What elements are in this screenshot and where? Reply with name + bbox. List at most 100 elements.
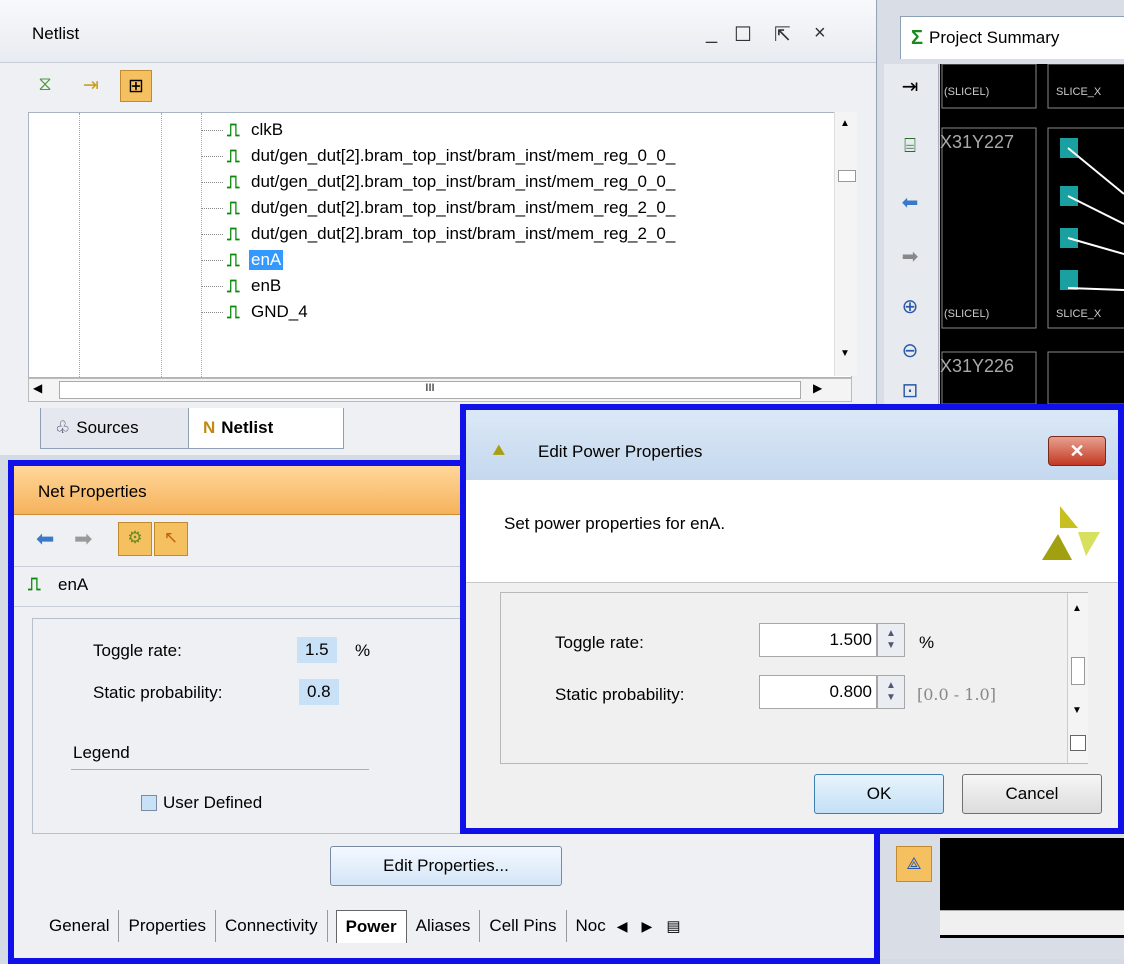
- tree-row[interactable]: ⎍ dut/gen_dut[2].bram_top_inst/bram_inst/…: [201, 143, 677, 169]
- float-button[interactable]: ⇱: [774, 22, 791, 47]
- tab-noc[interactable]: Noc: [567, 910, 615, 942]
- netlist-title: Netlist: [32, 24, 80, 43]
- sigma-icon: Σ: [911, 26, 924, 49]
- tree-vertical-scrollbar[interactable]: ▲ ▼: [834, 112, 857, 376]
- static-probability-input[interactable]: 0.800: [759, 675, 877, 709]
- scroll-thumb[interactable]: [838, 170, 856, 182]
- toggle-rate-spinner[interactable]: ▲ ▼: [877, 623, 905, 657]
- legend-swatch: [141, 795, 157, 811]
- scroll-left-icon[interactable]: ◀: [33, 381, 42, 395]
- tab-connectivity[interactable]: Connectivity: [216, 910, 328, 942]
- dialog-title: Edit Power Properties: [538, 442, 703, 461]
- minimize-button[interactable]: _: [706, 22, 717, 45]
- dialog-properties-area: Toggle rate: 1.500 ▲ ▼ % Static probabili…: [500, 592, 1088, 764]
- legend-label: Legend: [73, 743, 130, 762]
- site-label: (SLICEL): [944, 86, 990, 98]
- static-probability-label: Static probability:: [555, 685, 685, 704]
- net-icon: ⎍: [227, 223, 240, 244]
- tree-row[interactable]: ⎍ GND_4: [201, 299, 310, 325]
- tree-row[interactable]: ⎍ dut/gen_dut[2].bram_top_inst/bram_inst/…: [201, 221, 677, 247]
- maximize-button[interactable]: ☐: [734, 22, 752, 47]
- net-name-row: ⎍ enA: [28, 574, 88, 595]
- tab-aliases[interactable]: Aliases: [407, 910, 481, 942]
- dialog-close-button[interactable]: ✕: [1048, 436, 1106, 466]
- net-icon: ⎍: [227, 301, 240, 322]
- edit-properties-button[interactable]: Edit Properties...: [330, 846, 562, 886]
- tab-scroll-right-icon[interactable]: ▶: [642, 918, 653, 935]
- select-pointer-icon[interactable]: ↖: [154, 522, 188, 556]
- toggle-rate-unit: %: [355, 641, 371, 660]
- scroll-up-icon[interactable]: ▲: [840, 118, 850, 129]
- static-probability-value: 0.8: [299, 679, 339, 705]
- tree-row-selected[interactable]: ⎍ enA: [201, 247, 284, 273]
- netlist-panel: Netlist _ ☐ ⇱ × ⧖ ⇥ ⊞ ⎍ clkB ⎍ dut/gen_dut…: [0, 0, 877, 455]
- tab-sources[interactable]: ♧ Sources: [40, 408, 190, 449]
- collapse-all-icon[interactable]: ⧖: [30, 70, 60, 100]
- app-logo-icon: ⯅: [490, 438, 508, 463]
- device-toolbar: ⇥ ⌸ ⬅ ➡ ⊕ ⊖ ⊡: [884, 64, 939, 404]
- netlist-tree: ⎍ clkB ⎍ dut/gen_dut[2].bram_top_inst/bram…: [28, 112, 852, 378]
- site-label: SLICE_X: [1056, 308, 1102, 320]
- auto-expand-icon[interactable]: ⊞: [120, 70, 152, 102]
- tree-row[interactable]: ⎍ dut/gen_dut[2].bram_top_inst/bram_inst/…: [201, 195, 677, 221]
- site-label: X31Y226: [940, 356, 1015, 376]
- back-arrow-icon[interactable]: ⬅: [36, 526, 54, 552]
- net-icon: ⎍: [227, 197, 240, 218]
- fit-selection-icon[interactable]: ⇥: [892, 70, 928, 102]
- cancel-button[interactable]: Cancel: [962, 774, 1102, 814]
- tab-cell-pins[interactable]: Cell Pins: [480, 910, 567, 942]
- ok-button[interactable]: OK: [814, 774, 944, 814]
- site-label: SLICE_X: [1056, 86, 1102, 98]
- tab-project-summary[interactable]: Σ Project Summary: [900, 16, 1124, 59]
- zoom-out-icon[interactable]: ⊖: [892, 334, 928, 366]
- scroll-thumb[interactable]: [1071, 657, 1085, 685]
- tree-row[interactable]: ⎍ enB: [201, 273, 283, 299]
- forward-arrow-icon[interactable]: ➡: [892, 240, 928, 272]
- dialog-scrollbar[interactable]: ▲ ▼: [1067, 593, 1088, 763]
- scroll-right-icon[interactable]: ▶: [813, 381, 822, 395]
- scroll-thumb[interactable]: III: [59, 381, 801, 399]
- route-icon[interactable]: ⌸: [892, 130, 928, 162]
- device-view-lower[interactable]: [940, 838, 1124, 938]
- tab-list-icon[interactable]: ▤: [666, 917, 680, 935]
- static-probability-spinner[interactable]: ▲ ▼: [877, 675, 905, 709]
- auto-update-icon[interactable]: ⚙: [118, 522, 152, 556]
- forward-arrow-icon[interactable]: ➡: [74, 526, 92, 552]
- tree-horizontal-scrollbar[interactable]: ◀ III ▶: [28, 378, 852, 402]
- edit-power-properties-dialog: ⯅ Edit Power Properties ✕ Set power prop…: [460, 404, 1124, 834]
- dialog-header: Set power properties for enA.: [466, 480, 1118, 583]
- dialog-description: Set power properties for enA.: [504, 514, 726, 533]
- tab-power[interactable]: Power: [335, 909, 407, 943]
- device-horizontal-scrollbar[interactable]: [940, 910, 1124, 935]
- net-icon: ⎍: [227, 145, 240, 166]
- device-tool-icon[interactable]: ⟁: [896, 846, 932, 882]
- site-label: (SLICEL): [944, 308, 990, 320]
- close-button[interactable]: ×: [814, 22, 826, 45]
- toggle-rate-input[interactable]: 1.500: [759, 623, 877, 657]
- tree-row[interactable]: ⎍ clkB: [201, 117, 285, 143]
- net-properties-title: Net Properties: [38, 482, 147, 501]
- sources-icon: ♧: [55, 418, 71, 437]
- back-arrow-icon[interactable]: ⬅: [892, 186, 928, 218]
- tab-netlist[interactable]: N Netlist: [188, 408, 344, 449]
- net-icon: ⎍: [28, 574, 41, 594]
- tab-scroll-left-icon[interactable]: ◀: [617, 918, 628, 935]
- tree-row[interactable]: ⎍ dut/gen_dut[2].bram_top_inst/bram_inst/…: [201, 169, 677, 195]
- zoom-in-icon[interactable]: ⊕: [892, 290, 928, 322]
- toggle-rate-value: 1.5: [297, 637, 337, 663]
- toggle-rate-unit: %: [919, 633, 935, 652]
- net-icon: ⎍: [227, 171, 240, 192]
- tab-properties[interactable]: Properties: [119, 910, 216, 942]
- device-view[interactable]: (SLICEL) SLICE_X X31Y227 (SLICEL) SLICE_…: [940, 64, 1124, 404]
- scroll-down-icon[interactable]: ▼: [840, 348, 850, 359]
- scroll-corner: [1070, 735, 1086, 751]
- expand-all-icon[interactable]: ⇥: [76, 70, 106, 100]
- zoom-fit-icon[interactable]: ⊡: [892, 374, 928, 406]
- net-icon: ⎍: [227, 119, 240, 140]
- net-properties-tabs: General Properties Connectivity Power Al…: [14, 904, 874, 948]
- scroll-down-icon[interactable]: ▼: [1072, 705, 1082, 716]
- toggle-rate-label: Toggle rate:: [555, 633, 644, 652]
- tab-general[interactable]: General: [40, 910, 120, 942]
- scroll-up-icon[interactable]: ▲: [1072, 603, 1082, 614]
- legend-divider: [71, 769, 369, 770]
